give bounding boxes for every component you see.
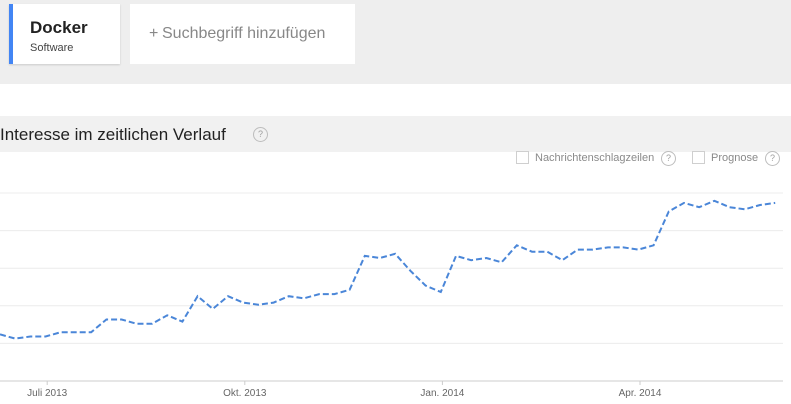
- add-search-term-label: Suchbegriff hinzufügen: [162, 25, 326, 42]
- chart-gridlines: [0, 192, 783, 382]
- interest-chart: Juli 2013 Okt. 2013 Jan. 2014 Apr. 2014: [0, 192, 783, 399]
- x-tick-label: Jan. 2014: [420, 388, 464, 399]
- search-term-name: Docker: [30, 18, 88, 37]
- question-circle-icon[interactable]: ?: [253, 127, 268, 142]
- search-term-card-docker[interactable]: Docker Software: [9, 4, 120, 64]
- interest-over-time-header: Interesse im zeitlichen Verlauf ?: [0, 116, 791, 152]
- x-tick-label: Apr. 2014: [619, 388, 662, 399]
- plus-icon: +: [149, 25, 159, 42]
- add-search-term-button[interactable]: + Suchbegriff hinzufügen: [130, 4, 355, 64]
- search-term-category: Software: [30, 42, 74, 54]
- x-axis-ticks: Juli 2013 Okt. 2013 Jan. 2014 Apr. 2014: [27, 381, 662, 399]
- x-tick-label: Okt. 2013: [223, 388, 267, 399]
- search-terms-bar: Docker Software + Suchbegriff hinzufügen: [0, 0, 791, 84]
- series-line-docker: [0, 199, 776, 340]
- x-tick-label: Juli 2013: [27, 388, 67, 399]
- section-title: Interesse im zeitlichen Verlauf: [0, 125, 226, 144]
